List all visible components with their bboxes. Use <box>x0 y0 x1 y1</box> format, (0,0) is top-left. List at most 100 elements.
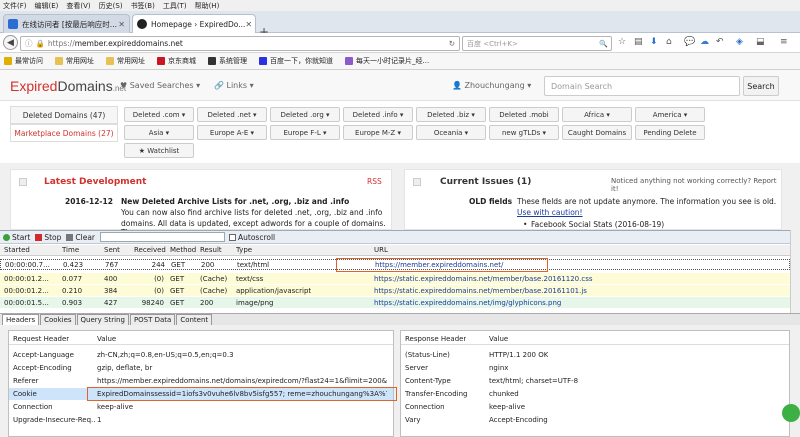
undo-icon[interactable]: ↶ <box>716 37 724 47</box>
tab-headers[interactable]: Headers <box>2 314 40 325</box>
watchlist-button[interactable]: ★ Watchlist <box>124 143 194 158</box>
filter-button[interactable]: Deleted .org ▾ <box>270 107 340 122</box>
table-row[interactable]: 00:00:01.2... 0.210 384 (0) GET (Cache) applic… <box>0 285 790 296</box>
menu-item[interactable]: 工具(T) <box>163 1 187 11</box>
user-menu[interactable]: 👤 Zhouchungang ▾ <box>452 81 531 90</box>
search-input[interactable]: 百度 <Ctrl+K> 🔍 <box>462 36 612 51</box>
menu-item[interactable]: 书签(B) <box>131 1 155 11</box>
table-row[interactable]: Connection keep-alive <box>401 401 789 413</box>
table-row[interactable]: Upgrade-Insecure-Req... 1 <box>9 414 393 426</box>
table-row[interactable]: Referer https://member.expireddomains.net… <box>9 375 393 387</box>
filter-button[interactable]: Oceania ▾ <box>416 125 486 140</box>
tab-query-string[interactable]: Query String <box>76 314 129 325</box>
filter-button[interactable]: new gTLDs ▾ <box>489 125 559 140</box>
filter-button[interactable]: America ▾ <box>635 107 705 122</box>
filter-button[interactable]: Deleted .biz ▾ <box>416 107 486 122</box>
report-notice[interactable]: Noticed anything not working correctly? … <box>611 177 781 193</box>
back-button[interactable]: ◀ <box>3 35 18 50</box>
reading-list-icon[interactable]: ▤ <box>634 37 643 47</box>
menu-item[interactable]: 编辑(E) <box>35 1 59 11</box>
close-icon[interactable]: ✕ <box>245 20 252 29</box>
search-icon[interactable]: 🔍 <box>599 40 608 48</box>
filter-button[interactable]: Caught Domains <box>562 125 632 140</box>
links-menu[interactable]: 🔗 Links ▾ <box>214 81 254 90</box>
domain-search-input[interactable]: Domain Search <box>544 76 740 96</box>
home-icon[interactable]: ⌂ <box>666 37 672 47</box>
bookmark-common-sites[interactable]: 常用网址 <box>55 56 94 66</box>
menu-item[interactable]: 查看(V) <box>66 1 90 11</box>
sync-icon[interactable]: ☁ <box>700 37 709 47</box>
column-header[interactable]: URL <box>374 246 788 254</box>
table-row[interactable]: Transfer-Encoding chunked <box>401 388 789 400</box>
reload-icon[interactable]: ↻ <box>449 39 455 48</box>
bookmark-documentary[interactable]: 每天一小时记录片_经... <box>345 56 429 66</box>
use-with-caution-link[interactable]: Use with caution! <box>517 208 583 217</box>
chat-icon[interactable]: 💬 <box>684 37 695 47</box>
column-header[interactable]: Result <box>200 246 236 254</box>
filter-button[interactable]: Deleted .mobi <box>489 107 559 122</box>
table-row[interactable]: (Status-Line) HTTP/1.1 200 OK <box>401 349 789 361</box>
bookmarks-bar: 最常访问 常用网址 常用网址 京东商城 系统管理 百度一下，你就知道 每天一小时… <box>0 53 800 70</box>
extension-icon[interactable]: ◈ <box>736 37 743 47</box>
filter-button[interactable]: Deleted .com ▾ <box>124 107 194 122</box>
table-row[interactable]: Accept-Language zh-CN,zh;q=0.8,en-US;q=0.… <box>9 349 393 361</box>
table-row[interactable]: 00:00:01.5... 0.903 427 98240 GET 200 image/pn… <box>0 297 790 308</box>
star-icon <box>4 57 12 65</box>
url-bar[interactable]: ⓘ 🔒 https:// member.expireddomains.net ↻ <box>20 36 460 51</box>
table-row[interactable]: Server nginx <box>401 362 789 374</box>
filter-button[interactable]: Africa ▾ <box>562 107 632 122</box>
filter-button[interactable]: Deleted .info ▾ <box>343 107 413 122</box>
column-header[interactable]: Time <box>62 246 102 254</box>
bookmark-most-visited[interactable]: 最常访问 <box>4 56 43 66</box>
tab-content[interactable]: Content <box>176 314 213 325</box>
menu-item[interactable]: 文件(F) <box>3 1 27 11</box>
search-button[interactable]: Search <box>743 76 779 96</box>
table-row[interactable]: Content-Type text/html; charset=UTF-8 <box>401 375 789 387</box>
bookmark-system-admin[interactable]: 系统管理 <box>208 56 247 66</box>
clear-button[interactable]: Clear <box>66 233 95 242</box>
stop-button[interactable]: Stop <box>35 233 61 242</box>
filter-button[interactable]: Europe M-Z ▾ <box>343 125 413 140</box>
column-header[interactable]: Received <box>134 246 170 254</box>
floating-badge-icon[interactable] <box>782 404 800 422</box>
bookmark-jd[interactable]: 京东商城 <box>157 56 196 66</box>
star-icon[interactable]: ☆ <box>618 37 626 47</box>
deleted-domains-link[interactable]: Deleted Domains (47) <box>10 106 118 124</box>
start-button[interactable]: Start <box>3 233 30 242</box>
column-header[interactable]: Started <box>4 246 60 254</box>
filter-button[interactable]: Europe F-L ▾ <box>270 125 340 140</box>
column-header[interactable]: Sent <box>104 246 132 254</box>
menu-icon[interactable]: ≡ <box>780 37 788 47</box>
grid-scrollbar[interactable] <box>790 230 800 313</box>
httpwatch-toolbar: Start Stop Clear Autoscroll ✕ <box>0 230 800 244</box>
filter-button[interactable]: Europe A-E ▾ <box>197 125 267 140</box>
filter-button[interactable]: Asia ▾ <box>124 125 194 140</box>
marketplace-domains-link[interactable]: Marketplace Domains (27) <box>10 124 118 142</box>
table-row[interactable]: Connection keep-alive <box>9 401 393 413</box>
tab-label: Homepage › ExpiredDo... <box>151 19 246 29</box>
filter-button[interactable]: Pending Delete <box>635 125 705 140</box>
table-row[interactable]: 00:00:01.2... 0.077 400 (0) GET (Cache) text/c… <box>0 273 790 284</box>
tab-homepage[interactable]: Homepage › ExpiredDo... ✕ <box>132 14 256 33</box>
response-headers-pane: Response Header Value (Status-Line) HTTP/1… <box>400 330 790 437</box>
filter-input[interactable] <box>100 232 226 242</box>
bookmark-baidu[interactable]: 百度一下，你就知道 <box>259 56 333 66</box>
rss-link[interactable]: RSS <box>367 177 382 186</box>
close-icon[interactable]: ✕ <box>118 20 125 29</box>
pocket-icon[interactable]: ⬓ <box>756 37 765 47</box>
table-row[interactable]: Vary Accept-Encoding <box>401 414 789 426</box>
column-header[interactable]: Method <box>170 246 200 254</box>
column-header[interactable]: Type <box>236 246 372 254</box>
bookmark-common-sites-2[interactable]: 常用网址 <box>106 56 145 66</box>
filter-button[interactable]: Deleted .net ▾ <box>197 107 267 122</box>
site-logo[interactable]: ExpiredDomains.net <box>10 78 126 94</box>
download-icon[interactable]: ⬇ <box>650 37 658 47</box>
saved-searches-menu[interactable]: ♥ Saved Searches ▾ <box>120 81 200 90</box>
autoscroll-toggle[interactable]: Autoscroll <box>229 233 275 242</box>
table-row[interactable]: Accept-Encoding gzip, deflate, br <box>9 362 393 374</box>
tab-cookies[interactable]: Cookies <box>40 314 76 325</box>
tab-post-data[interactable]: POST Data <box>129 314 176 325</box>
menu-item[interactable]: 帮助(H) <box>195 1 220 11</box>
tab-online-visitors[interactable]: 在线访问者 [按最后响应时... ✕ <box>3 14 130 33</box>
menu-item[interactable]: 历史(S) <box>99 1 123 11</box>
